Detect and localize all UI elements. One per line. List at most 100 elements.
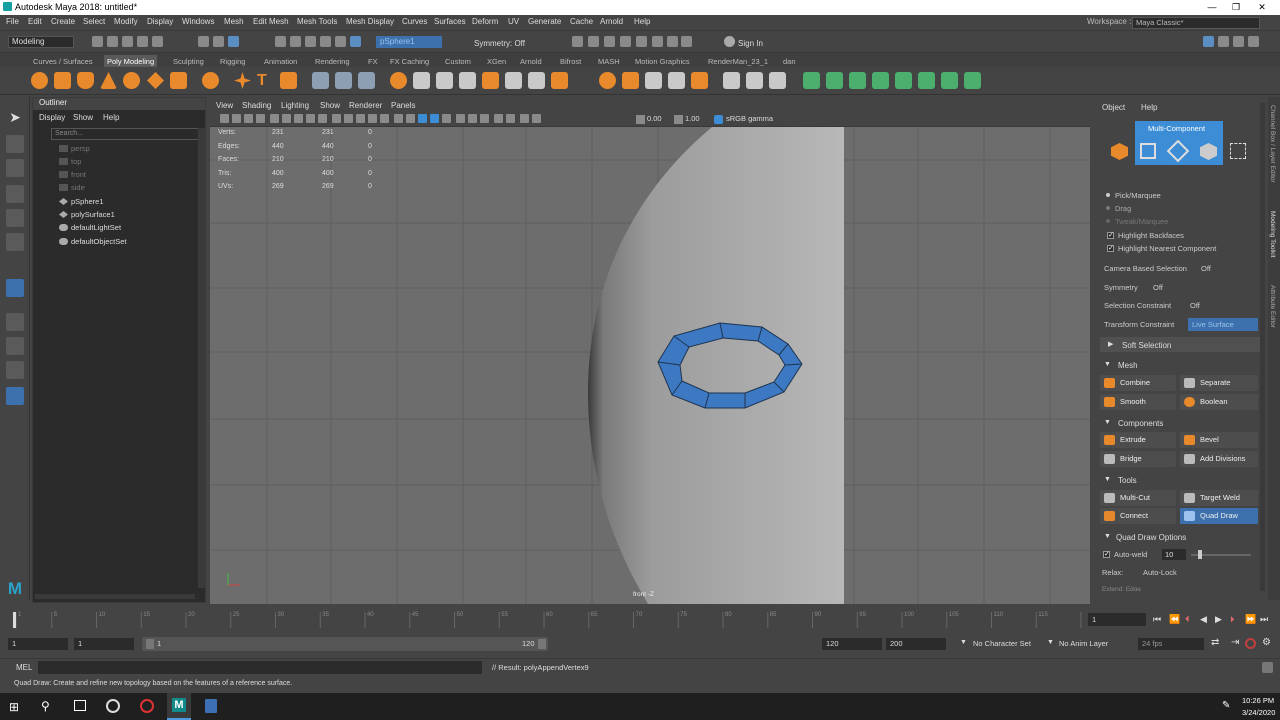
snap-view-icon[interactable] <box>320 36 331 47</box>
character-set-dropdown[interactable]: No Character Set <box>973 639 1031 648</box>
side-tab-channel-box[interactable]: Channel Box / Layer Editor <box>1269 105 1276 183</box>
wireframe-icon[interactable] <box>332 114 341 123</box>
shelf-tab-motion-graphics[interactable]: Motion Graphics <box>635 57 690 66</box>
combine-button[interactable]: Combine <box>1100 375 1176 391</box>
smooth-shelf-icon[interactable] <box>482 72 499 89</box>
move-tool-icon[interactable] <box>6 185 24 203</box>
redo-icon[interactable] <box>152 36 163 47</box>
menu-cache[interactable]: Cache <box>570 17 593 26</box>
poly-sphere-icon[interactable] <box>31 72 48 89</box>
menu-mesh-tools[interactable]: Mesh Tools <box>297 17 337 26</box>
screen-space-ao-icon[interactable] <box>506 114 515 123</box>
go-to-end-icon[interactable]: ⏭ <box>1260 614 1268 625</box>
highlight-nearest-checkbox[interactable]: ✓ <box>1107 245 1114 252</box>
viewport-menu-show[interactable]: Show <box>320 101 340 110</box>
poly-svg-icon[interactable] <box>280 72 297 89</box>
use-all-lights-icon[interactable] <box>380 114 389 123</box>
gamma-icon[interactable] <box>674 115 683 124</box>
render-settings-icon[interactable] <box>620 36 631 47</box>
soft-selection-header[interactable]: Soft Selection <box>1122 341 1171 350</box>
range-slider[interactable] <box>142 637 548 651</box>
menu-modify[interactable]: Modify <box>114 17 138 26</box>
auto-keyframe-icon[interactable] <box>1245 638 1256 649</box>
toolkit-menu-help[interactable]: Help <box>1141 103 1157 112</box>
separate-shelf-icon[interactable] <box>413 72 430 89</box>
anim-layer-dropdown-arrow[interactable]: ▼ <box>1047 639 1054 646</box>
quad-draw-button[interactable]: Quad Draw <box>1180 508 1258 524</box>
menu-file[interactable]: File <box>6 17 19 26</box>
merge-shelf-icon[interactable] <box>668 72 685 89</box>
film-gate-icon[interactable] <box>282 114 291 123</box>
select-object-icon[interactable] <box>213 36 224 47</box>
scene-end-field[interactable]: 200 <box>886 638 946 650</box>
viewport-panel[interactable]: View Shading Lighting Show Renderer Pane… <box>210 99 1090 604</box>
append-shelf-icon[interactable] <box>528 72 545 89</box>
camera-select-icon[interactable] <box>220 114 229 123</box>
opera-icon[interactable] <box>140 699 154 713</box>
chrome-icon[interactable] <box>106 699 120 713</box>
search-icon[interactable]: ⚲ <box>41 699 50 713</box>
poly-cone-icon[interactable] <box>100 72 117 89</box>
menu-display[interactable]: Display <box>147 17 173 26</box>
time-slider[interactable]: 1 5 10 15 20 25 30 35 40 45 50 55 60 65 70 75 80 85 90 95 10… <box>0 608 1280 632</box>
poly-plane-icon[interactable] <box>147 72 164 89</box>
scene-start-field[interactable]: 1 <box>8 638 68 650</box>
paint-select-tool-icon[interactable] <box>6 159 24 177</box>
extrude-button[interactable]: Extrude <box>1100 432 1176 448</box>
transform-constraint-value[interactable]: Live Surface <box>1188 318 1258 331</box>
color-management-icon[interactable] <box>714 115 723 124</box>
resolution-gate-icon[interactable] <box>294 114 303 123</box>
hud-toggle-icon[interactable] <box>520 114 529 123</box>
bevel-shelf-icon[interactable] <box>599 72 616 89</box>
channel-box-toggle-icon[interactable] <box>1248 36 1259 47</box>
playback-start-field[interactable]: 1 <box>74 638 134 650</box>
shelf-tab-poly-modeling[interactable]: Poly Modeling <box>104 55 158 67</box>
render-setup-icon[interactable] <box>652 36 663 47</box>
character-set-dropdown-arrow[interactable]: ▼ <box>960 639 967 646</box>
menu-help[interactable]: Help <box>634 17 650 26</box>
select-hierarchy-icon[interactable] <box>198 36 209 47</box>
range-slider-start-handle[interactable] <box>146 639 154 649</box>
current-frame-marker[interactable] <box>13 612 16 628</box>
menu-deform[interactable]: Deform <box>472 17 498 26</box>
shadows-icon[interactable] <box>394 114 403 123</box>
minimize-button[interactable]: — <box>1200 0 1224 15</box>
drag-label[interactable]: Drag <box>1115 204 1131 213</box>
image-plane-icon[interactable] <box>256 114 265 123</box>
uv-editor-shelf-icon[interactable] <box>803 72 820 89</box>
boolean-button[interactable]: Boolean <box>1180 394 1258 410</box>
attribute-editor-toggle-icon[interactable] <box>1218 36 1229 47</box>
poly-cube-icon[interactable] <box>54 72 71 89</box>
isolate-select-icon[interactable] <box>494 114 503 123</box>
loop-icon[interactable]: ⇄ <box>1211 637 1219 648</box>
new-scene-icon[interactable] <box>92 36 103 47</box>
ambient-occlusion-icon[interactable] <box>406 114 415 123</box>
symmetry-value[interactable]: Off <box>1153 283 1163 292</box>
outliner-layout-icon[interactable] <box>6 387 24 405</box>
motion-blur-icon[interactable] <box>456 114 465 123</box>
pen-workspace-icon[interactable]: ✎ <box>1222 700 1230 711</box>
menu-edit[interactable]: Edit <box>28 17 42 26</box>
snap-curve-icon[interactable] <box>290 36 301 47</box>
cylindrical-map-shelf-icon[interactable] <box>849 72 866 89</box>
render-icon[interactable] <box>588 36 599 47</box>
connect-button[interactable]: Connect <box>1100 508 1176 524</box>
textured-icon[interactable] <box>368 114 377 123</box>
select-component-icon[interactable] <box>228 36 239 47</box>
poly-cylinder-icon[interactable] <box>77 72 94 89</box>
task-view-icon[interactable] <box>74 700 86 711</box>
xray-joints-icon[interactable] <box>430 114 439 123</box>
outliner-scrollbar[interactable] <box>198 128 205 588</box>
menu-curves[interactable]: Curves <box>402 17 427 26</box>
camera-based-selection-value[interactable]: Off <box>1201 264 1211 273</box>
undo-icon[interactable] <box>137 36 148 47</box>
viewport-menu-panels[interactable]: Panels <box>391 101 415 110</box>
shelf-tab-renderman[interactable]: RenderMan_23_1 <box>708 57 768 66</box>
selection-constraint-value[interactable]: Off <box>1190 301 1200 310</box>
range-slider-end-handle[interactable] <box>538 639 546 649</box>
modeling-toolkit-toggle-icon[interactable] <box>1203 36 1214 47</box>
platonic-solid-icon[interactable] <box>202 72 219 89</box>
select-components-icon[interactable] <box>335 72 352 89</box>
grid-toggle-icon[interactable] <box>270 114 279 123</box>
xray-icon[interactable] <box>418 114 427 123</box>
